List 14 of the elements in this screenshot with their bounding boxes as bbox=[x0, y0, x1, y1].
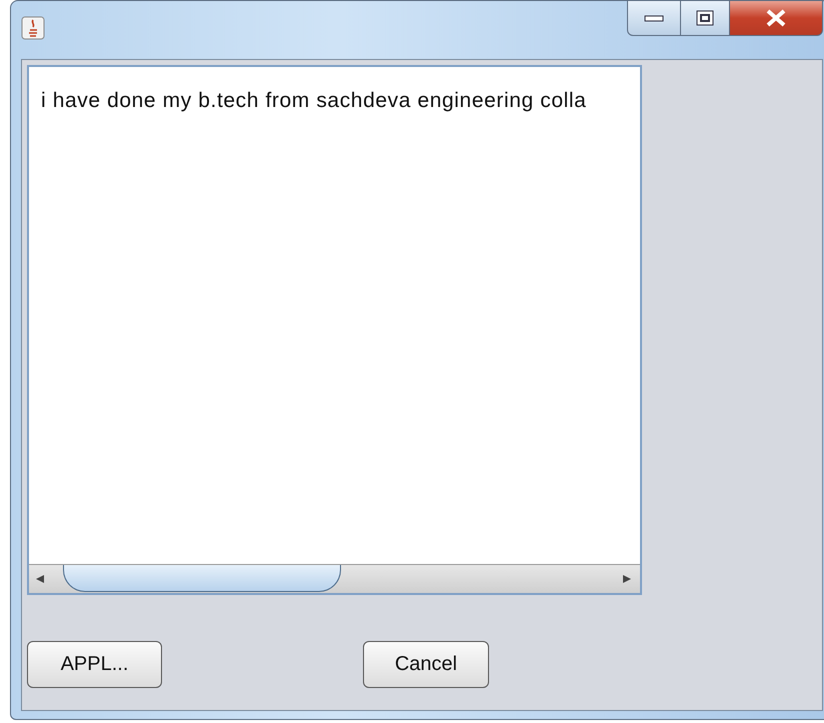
close-button[interactable] bbox=[730, 0, 823, 36]
text-area[interactable]: i have done my b.tech from sachdeva engineering colla bbox=[27, 65, 642, 595]
close-icon bbox=[765, 9, 787, 27]
maximize-button[interactable] bbox=[681, 0, 730, 36]
text-area-value: i have done my b.tech from sachdeva engineering colla bbox=[40, 88, 588, 114]
maximize-icon bbox=[696, 10, 714, 26]
app-icon bbox=[21, 16, 45, 40]
cancel-button[interactable]: Cancel bbox=[363, 641, 489, 688]
horizontal-scrollbar[interactable] bbox=[29, 564, 640, 593]
scroll-right-icon[interactable] bbox=[622, 574, 632, 584]
minimize-button[interactable] bbox=[627, 0, 681, 36]
minimize-icon bbox=[644, 14, 664, 22]
scroll-left-icon[interactable] bbox=[35, 574, 45, 584]
apply-button[interactable]: APPL... bbox=[27, 641, 162, 688]
